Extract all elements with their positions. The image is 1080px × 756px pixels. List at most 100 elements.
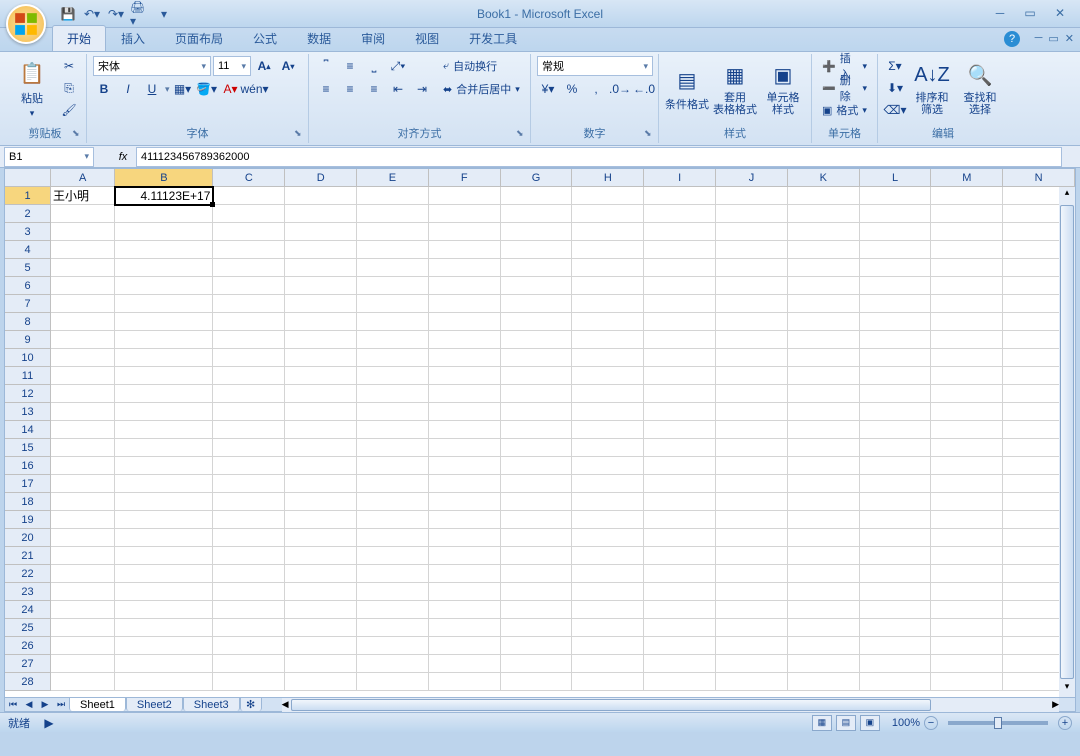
row-header-16[interactable]: 16 xyxy=(5,457,51,475)
cell-D25[interactable] xyxy=(285,619,357,637)
cell-E10[interactable] xyxy=(357,349,429,367)
cell-D15[interactable] xyxy=(285,439,357,457)
cell-J19[interactable] xyxy=(716,511,788,529)
cell-L2[interactable] xyxy=(860,205,932,223)
cell-E9[interactable] xyxy=(357,331,429,349)
row-header-12[interactable]: 12 xyxy=(5,385,51,403)
sheet-tab-1[interactable]: Sheet1 xyxy=(69,697,126,711)
cell-E6[interactable] xyxy=(357,277,429,295)
cell-M23[interactable] xyxy=(931,583,1003,601)
cell-D23[interactable] xyxy=(285,583,357,601)
print-icon[interactable]: 🖨▾ xyxy=(130,4,150,24)
cell-B7[interactable] xyxy=(115,295,213,313)
cell-L24[interactable] xyxy=(860,601,932,619)
sheet-tab-2[interactable]: Sheet2 xyxy=(126,697,183,711)
cell-J26[interactable] xyxy=(716,637,788,655)
cell-J8[interactable] xyxy=(716,313,788,331)
cell-F23[interactable] xyxy=(429,583,501,601)
cell-D8[interactable] xyxy=(285,313,357,331)
cell-I5[interactable] xyxy=(644,259,716,277)
cell-I6[interactable] xyxy=(644,277,716,295)
column-header-E[interactable]: E xyxy=(357,169,429,187)
cell-L17[interactable] xyxy=(860,475,932,493)
cell-D2[interactable] xyxy=(285,205,357,223)
row-header-23[interactable]: 23 xyxy=(5,583,51,601)
cell-F20[interactable] xyxy=(429,529,501,547)
phonetic-button[interactable]: wén▾ xyxy=(244,79,266,99)
cell-H13[interactable] xyxy=(572,403,644,421)
cell-J25[interactable] xyxy=(716,619,788,637)
cell-D26[interactable] xyxy=(285,637,357,655)
cell-I13[interactable] xyxy=(644,403,716,421)
cell-D21[interactable] xyxy=(285,547,357,565)
cell-D7[interactable] xyxy=(285,295,357,313)
cell-B20[interactable] xyxy=(115,529,213,547)
cell-I23[interactable] xyxy=(644,583,716,601)
cell-F24[interactable] xyxy=(429,601,501,619)
copy-button[interactable]: ⎘ xyxy=(58,78,80,98)
cell-M21[interactable] xyxy=(931,547,1003,565)
cell-C18[interactable] xyxy=(213,493,285,511)
cell-B21[interactable] xyxy=(115,547,213,565)
cell-I17[interactable] xyxy=(644,475,716,493)
cell-F10[interactable] xyxy=(429,349,501,367)
cell-D10[interactable] xyxy=(285,349,357,367)
redo-icon[interactable]: ↷▾ xyxy=(106,4,126,24)
font-size-select[interactable]: 11▾ xyxy=(213,56,251,76)
cell-I27[interactable] xyxy=(644,655,716,673)
alignment-dialog-launcher[interactable]: ⬊ xyxy=(516,128,528,140)
cell-A19[interactable] xyxy=(51,511,115,529)
cell-L3[interactable] xyxy=(860,223,932,241)
cell-F28[interactable] xyxy=(429,673,501,691)
cell-C5[interactable] xyxy=(213,259,285,277)
cell-A16[interactable] xyxy=(51,457,115,475)
cell-B26[interactable] xyxy=(115,637,213,655)
cell-B12[interactable] xyxy=(115,385,213,403)
cell-C21[interactable] xyxy=(213,547,285,565)
cell-E28[interactable] xyxy=(357,673,429,691)
cell-B1[interactable]: 4.11123E+17 xyxy=(115,187,213,205)
cell-K15[interactable] xyxy=(788,439,860,457)
border-button[interactable]: ▦▾ xyxy=(172,79,194,99)
cell-D3[interactable] xyxy=(285,223,357,241)
cell-M14[interactable] xyxy=(931,421,1003,439)
save-icon[interactable]: 💾 xyxy=(58,4,78,24)
column-header-C[interactable]: C xyxy=(213,169,285,187)
row-header-11[interactable]: 11 xyxy=(5,367,51,385)
cell-F18[interactable] xyxy=(429,493,501,511)
cell-H6[interactable] xyxy=(572,277,644,295)
cell-A21[interactable] xyxy=(51,547,115,565)
cell-L22[interactable] xyxy=(860,565,932,583)
cell-H23[interactable] xyxy=(572,583,644,601)
cell-H21[interactable] xyxy=(572,547,644,565)
cell-H17[interactable] xyxy=(572,475,644,493)
cell-C6[interactable] xyxy=(213,277,285,295)
cell-E21[interactable] xyxy=(357,547,429,565)
column-header-G[interactable]: G xyxy=(501,169,573,187)
cell-A26[interactable] xyxy=(51,637,115,655)
cell-K16[interactable] xyxy=(788,457,860,475)
cell-K19[interactable] xyxy=(788,511,860,529)
cell-G7[interactable] xyxy=(501,295,573,313)
cell-I15[interactable] xyxy=(644,439,716,457)
help-icon[interactable]: ? xyxy=(1004,31,1020,47)
cell-F25[interactable] xyxy=(429,619,501,637)
cell-M25[interactable] xyxy=(931,619,1003,637)
italic-button[interactable]: I xyxy=(117,79,139,99)
cell-D9[interactable] xyxy=(285,331,357,349)
cell-F13[interactable] xyxy=(429,403,501,421)
cell-B10[interactable] xyxy=(115,349,213,367)
cell-F16[interactable] xyxy=(429,457,501,475)
cell-D24[interactable] xyxy=(285,601,357,619)
column-header-K[interactable]: K xyxy=(788,169,860,187)
cell-K28[interactable] xyxy=(788,673,860,691)
cell-G18[interactable] xyxy=(501,493,573,511)
cell-M1[interactable] xyxy=(931,187,1003,205)
cell-H28[interactable] xyxy=(572,673,644,691)
cell-K4[interactable] xyxy=(788,241,860,259)
cell-C8[interactable] xyxy=(213,313,285,331)
cell-C12[interactable] xyxy=(213,385,285,403)
cell-G17[interactable] xyxy=(501,475,573,493)
align-right-button[interactable]: ≡ xyxy=(363,79,385,99)
cell-E23[interactable] xyxy=(357,583,429,601)
